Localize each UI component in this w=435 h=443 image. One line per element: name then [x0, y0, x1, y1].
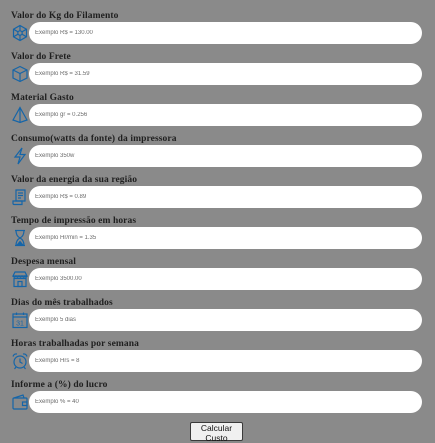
cube-network-icon: [11, 24, 29, 42]
field-label: Tempo de impressão em horas: [11, 216, 137, 226]
field-work-days: Dias do mês trabalhados 31: [0, 298, 435, 343]
field-filament-price: Valor do Kg do Filamento: [0, 11, 435, 56]
field-material-used: Material Gasto: [0, 93, 435, 138]
hourglass-icon: [11, 229, 29, 247]
monthly-expense-input[interactable]: [29, 268, 422, 290]
field-label: Horas trabalhadas por semana: [11, 339, 139, 349]
store-icon: [11, 270, 29, 288]
field-shipping: Valor do Frete: [0, 52, 435, 97]
power-consumption-input[interactable]: [29, 145, 422, 167]
pyramid-icon: [11, 106, 29, 124]
wallet-icon: [11, 393, 29, 411]
shipping-input[interactable]: [29, 63, 422, 85]
work-days-input[interactable]: [29, 309, 422, 331]
field-label: Valor do Frete: [11, 52, 71, 62]
field-power-consumption: Consumo(watts da fonte) da impressora: [0, 134, 435, 179]
print-time-input[interactable]: [29, 227, 422, 249]
material-used-input[interactable]: [29, 104, 422, 126]
field-label: Consumo(watts da fonte) da impressora: [11, 134, 177, 144]
weekly-hours-input[interactable]: [29, 350, 422, 372]
calendar-icon: 31: [11, 311, 29, 329]
field-profit-percent: Informe a (%) do lucro: [0, 380, 435, 425]
field-label: Despesa mensal: [11, 257, 76, 267]
field-energy-price: Valor da energia da sua região: [0, 175, 435, 220]
field-monthly-expense: Despesa mensal: [0, 257, 435, 302]
field-label: Valor do Kg do Filamento: [11, 11, 119, 21]
alarm-clock-icon: [11, 352, 29, 370]
field-label: Dias do mês trabalhados: [11, 298, 113, 308]
profit-percent-input[interactable]: [29, 391, 422, 413]
filament-price-input[interactable]: [29, 22, 422, 44]
field-print-time: Tempo de impressão em horas: [0, 216, 435, 261]
field-label: Informe a (%) do lucro: [11, 380, 108, 390]
energy-price-input[interactable]: [29, 186, 422, 208]
field-weekly-hours: Horas trabalhadas por semana: [0, 339, 435, 384]
bill-icon: [11, 188, 29, 206]
field-label: Material Gasto: [11, 93, 74, 103]
calculate-cost-button[interactable]: Calcular Custo: [190, 422, 243, 443]
box-icon: [11, 65, 29, 83]
lightning-icon: [11, 147, 29, 165]
field-label: Valor da energia da sua região: [11, 175, 138, 185]
svg-text:31: 31: [16, 321, 24, 328]
